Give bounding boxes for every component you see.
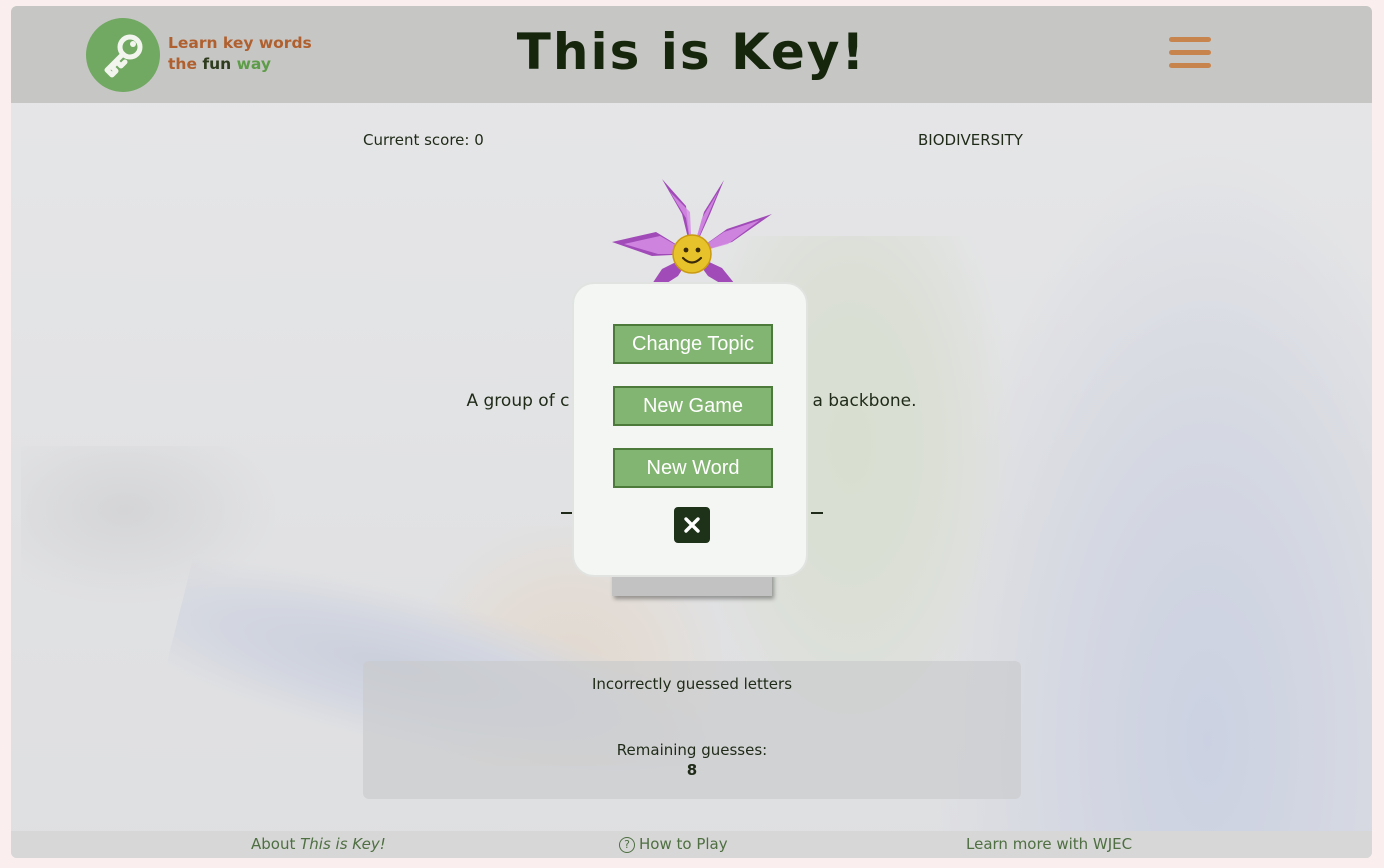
close-button[interactable] [674,507,710,543]
app-window: Learn key words the fun way This is Key!… [11,6,1372,858]
footer: About This is Key! ? How to Play Learn mo… [11,831,1372,858]
guess-panel: Incorrectly guessed letters Remaining gu… [363,661,1021,799]
help-icon: ? [619,837,635,853]
topic-label: BIODIVERSITY [918,131,1023,149]
menu-bar [1169,50,1211,55]
incorrect-letters-label: Incorrectly guessed letters [591,675,793,693]
how-to-play-link[interactable]: ? How to Play [619,835,728,853]
options-modal: Change Topic New Game New Word [572,282,808,577]
about-title: This is Key! [300,835,386,853]
new-word-button[interactable]: New Word [613,448,773,488]
change-topic-button[interactable]: Change Topic [613,324,773,364]
app-title: This is Key! [516,23,867,81]
menu-bar [1169,63,1211,68]
clue-text-right: a backbone. [812,391,917,411]
smiling-flower-icon [612,179,772,292]
learn-more-link[interactable]: Learn more with WJEC [966,835,1132,853]
background-shadow [21,446,281,606]
about-prefix: About [251,835,301,853]
letter-blank [811,512,823,514]
about-link[interactable]: About This is Key! [251,835,386,853]
hamburger-menu-icon[interactable] [1169,37,1211,75]
clue-text-left: A group of c [466,391,570,411]
header: Learn key words the fun way This is Key! [11,6,1372,103]
new-game-button[interactable]: New Game [613,386,773,426]
how-to-play-label: How to Play [639,835,728,853]
current-score: Current score: 0 [363,131,484,149]
menu-bar [1169,37,1211,42]
close-icon [684,517,700,533]
remaining-guesses-count: 8 [686,761,698,779]
remaining-guesses-label: Remaining guesses: [616,741,768,759]
